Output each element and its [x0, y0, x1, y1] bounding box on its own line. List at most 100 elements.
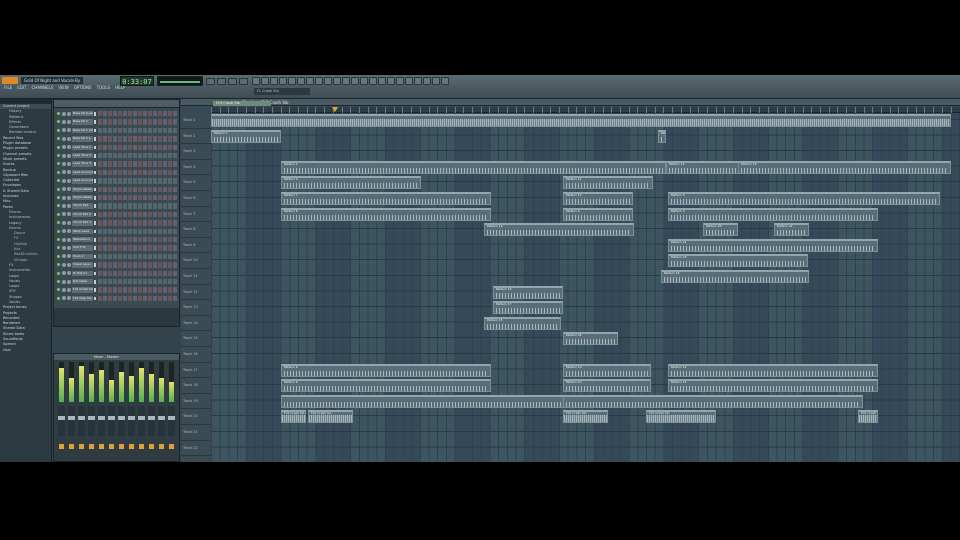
playlist-clip[interactable]: Pattern 10 — [563, 379, 651, 393]
track-label[interactable]: Track 1 — [181, 113, 211, 129]
volume-knob[interactable] — [67, 254, 71, 259]
volume-knob[interactable] — [67, 220, 71, 225]
step-buttons[interactable] — [98, 211, 178, 218]
volume-knob[interactable] — [67, 161, 71, 166]
channel-row[interactable]: Bass Kit 2 (dl) — [54, 127, 179, 134]
toolbar-icon[interactable] — [288, 77, 296, 85]
toolbar-icon[interactable] — [324, 77, 332, 85]
channel-mute-led[interactable] — [57, 187, 60, 191]
channel-mute-led[interactable] — [57, 263, 60, 267]
track-label[interactable]: Track 18 — [181, 378, 211, 394]
channel-name-button[interactable]: Wavestand — [72, 237, 93, 243]
volume-fader[interactable] — [108, 406, 115, 436]
channel-select-indicator[interactable] — [94, 229, 96, 234]
step-buttons[interactable] — [98, 220, 178, 226]
volume-fader[interactable] — [148, 406, 155, 436]
playlist-clip[interactable]: Pattern 4 — [281, 176, 421, 190]
volume-fader[interactable] — [78, 406, 85, 436]
volume-knob[interactable] — [67, 128, 71, 133]
toolbar-icon[interactable] — [306, 77, 314, 85]
channel-row[interactable]: Warp Lead — [54, 228, 179, 235]
playlist-clip[interactable]: FLS Crash Slo — [563, 410, 608, 424]
channel-name-button[interactable]: Lead Sound 4 — [72, 178, 93, 184]
fader-handle[interactable] — [88, 416, 95, 420]
channel-row[interactable]: Chord Pad b — [54, 211, 179, 218]
channel-row[interactable]: Hi Hat C1 — [54, 270, 179, 277]
channel-select-indicator[interactable] — [94, 246, 96, 250]
channel-name-button[interactable]: Chord Pad b — [72, 211, 93, 218]
volume-knob[interactable] — [67, 262, 71, 267]
pan-knob[interactable] — [62, 237, 66, 242]
channel-select-indicator[interactable] — [94, 187, 96, 192]
volume-knob[interactable] — [67, 237, 71, 242]
channel-select-indicator[interactable] — [94, 179, 96, 183]
playlist-clip[interactable]: Pattern 21 — [668, 238, 878, 252]
pan-knob[interactable] — [62, 254, 66, 259]
playlist-grid[interactable]: Pattern 1 Pattern 2 Pattern 1 Pattern 14 Pat… — [211, 113, 960, 462]
channel-select-indicator[interactable] — [94, 170, 96, 175]
channel-select-indicator[interactable] — [94, 162, 96, 166]
step-buttons[interactable] — [98, 119, 178, 125]
channel-row[interactable]: Plucks Metal — [54, 194, 179, 201]
track-label[interactable]: Track 2 — [181, 129, 211, 145]
track-label[interactable]: Track 4 — [181, 160, 211, 176]
channel-select-indicator[interactable] — [94, 221, 96, 225]
volume-fader[interactable] — [68, 406, 75, 436]
fader-handle[interactable] — [78, 416, 85, 420]
playlist-clip[interactable] — [211, 114, 951, 127]
channel-row[interactable]: FLS Clap Slo — [54, 295, 179, 302]
step-buttons[interactable] — [98, 279, 178, 285]
pan-knob[interactable] — [62, 279, 66, 284]
volume-fader[interactable] — [138, 406, 145, 436]
toolbar-icon[interactable] — [297, 77, 305, 85]
toolbar-icon[interactable] — [378, 77, 386, 85]
pattern-song-toggle[interactable] — [239, 78, 248, 85]
channel-name-button[interactable]: Plucks Metal — [72, 186, 93, 192]
toolbar-icon[interactable] — [261, 77, 269, 85]
channel-mute-led[interactable] — [57, 254, 60, 258]
volume-knob[interactable] — [67, 279, 71, 284]
toolbar-icon[interactable] — [432, 77, 440, 85]
fader-handle[interactable] — [118, 416, 125, 420]
channel-row[interactable]: Bass Kit 3 e — [54, 135, 179, 142]
channel-select-indicator[interactable] — [94, 263, 96, 267]
playlist-clip[interactable]: Pattern 23 — [668, 254, 808, 268]
track-label[interactable]: Track 17 — [181, 363, 211, 379]
channel-select-indicator[interactable] — [94, 238, 96, 242]
playlist-clip[interactable]: Pattern 1 — [281, 160, 666, 174]
volume-fader[interactable] — [98, 406, 105, 436]
channel-row[interactable]: Lead Tone 3 — [54, 160, 179, 167]
toolbar-icon[interactable] — [405, 77, 413, 85]
mixer-track[interactable] — [127, 362, 136, 458]
track-label[interactable]: Track 6 — [181, 191, 211, 207]
fader-handle[interactable] — [58, 416, 65, 420]
playlist-clip[interactable]: Pattern 11 — [563, 176, 653, 190]
pan-knob[interactable] — [62, 287, 66, 292]
channel-mute-led[interactable] — [57, 246, 60, 250]
playlist-clip[interactable]: Pattern 24 — [661, 270, 809, 283]
step-buttons[interactable] — [98, 144, 178, 150]
menu-file[interactable]: FILE — [2, 85, 15, 91]
song-time-display[interactable]: 0:33:07 — [120, 76, 154, 86]
mixer-track[interactable] — [157, 362, 166, 458]
channel-row[interactable]: Bass Kit 2 — [54, 118, 179, 125]
volume-fader[interactable] — [88, 406, 95, 436]
menu-tools[interactable]: TOOLS — [94, 85, 113, 91]
channel-mute-led[interactable] — [57, 271, 60, 275]
channel-name-button[interactable]: Vowel Layer — [72, 262, 93, 268]
channel-select-indicator[interactable] — [94, 254, 96, 259]
channel-name-button[interactable]: Lead Sound 2 — [72, 169, 93, 176]
channel-mute-led[interactable] — [57, 221, 60, 225]
track-label[interactable]: Track 19 — [181, 394, 211, 410]
step-buttons[interactable] — [98, 295, 178, 302]
volume-knob[interactable] — [67, 229, 71, 234]
playlist-clip[interactable]: Pattern 5 — [668, 192, 940, 205]
channel-row[interactable]: Chord Pad 2 — [54, 219, 179, 226]
channel-select-indicator[interactable] — [94, 120, 96, 124]
channel-mute-led[interactable] — [57, 137, 60, 141]
channel-name-button[interactable]: Lead Tone 3 — [72, 161, 93, 167]
playlist-clip[interactable]: FLS Crash Slo — [858, 410, 878, 424]
pan-knob[interactable] — [62, 229, 66, 234]
playlist-clip[interactable]: Pattern 12 — [668, 363, 878, 377]
track-label[interactable]: Track 22 — [181, 441, 211, 457]
